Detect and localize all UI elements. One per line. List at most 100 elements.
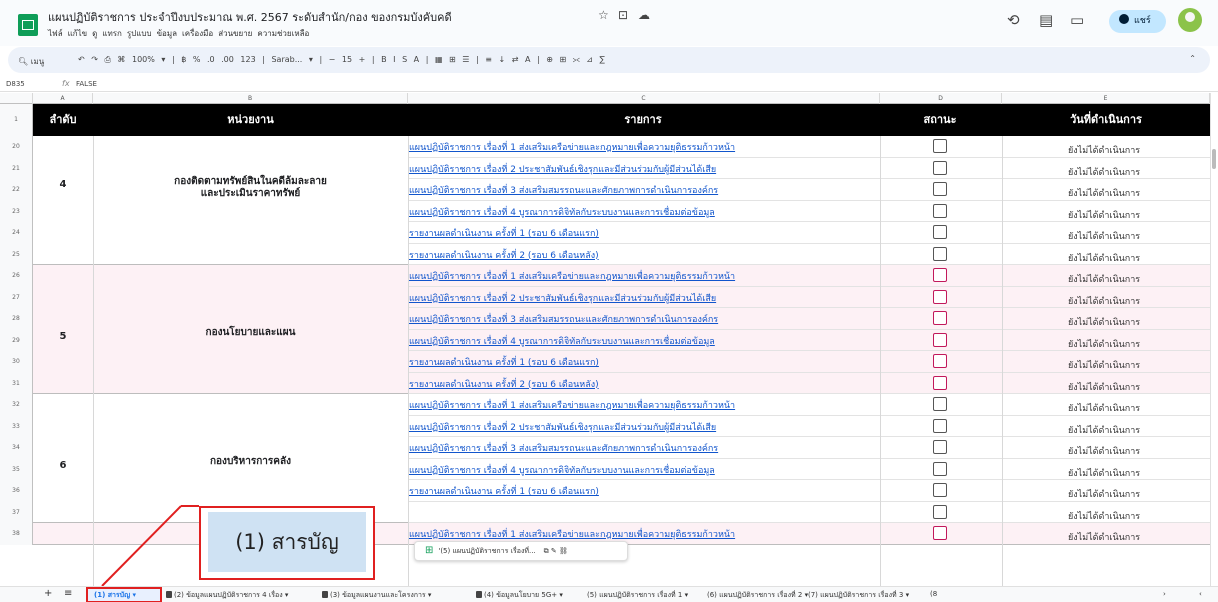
menu-item[interactable]: เครื่องมือ: [182, 29, 213, 38]
status-checkbox[interactable]: [933, 397, 947, 411]
sheet-grid[interactable]: ABCDE 1 ลำดับ หน่วยงาน รายการ สถานะ วันท…: [0, 93, 1218, 586]
menu-item[interactable]: ดู: [92, 29, 97, 38]
toolbar-buttons[interactable]: ↶ ↷ ⎙ ⌘ 100% ▾ | ฿ % .0 .00 123 | Sarab.…: [78, 55, 605, 65]
menu-item[interactable]: แทรก: [102, 29, 122, 38]
column-header[interactable]: A: [33, 93, 93, 104]
item-link[interactable]: แผนปฏิบัติราชการ เรื่องที่ 3 ส่งเสริมสมร…: [409, 312, 718, 326]
link-preview-chip[interactable]: ⊞ '(5) แผนปฏิบัติราชการ เรื่องที่... ⧉ ✎ ⛓: [414, 541, 628, 561]
status-checkbox[interactable]: [933, 139, 947, 153]
item-link[interactable]: แผนปฏิบัติราชการ เรื่องที่ 4 บูรณาการดิจ…: [409, 205, 715, 219]
collapse-toolbar-icon[interactable]: ⌃: [1189, 54, 1196, 63]
sheet-tab[interactable]: (2) ข้อมูลแผนปฏิบัติราชการ 4 เรื่อง ▾: [166, 590, 288, 601]
sheet-tab[interactable]: (4) ข้อมูลนโยบาย 5G+ ▾: [476, 590, 563, 601]
row-number[interactable]: 33: [0, 415, 33, 437]
avatar[interactable]: [1178, 8, 1202, 32]
row-number[interactable]: 23: [0, 200, 33, 222]
status-checkbox[interactable]: [933, 246, 947, 261]
row-number[interactable]: 25: [0, 243, 33, 265]
item-link[interactable]: แผนปฏิบัติราชการ เรื่องที่ 4 บูรณาการดิจ…: [409, 334, 715, 348]
chip-actions[interactable]: ⧉ ✎ ⛓: [544, 547, 568, 555]
status-checkbox[interactable]: [933, 311, 947, 325]
status-checkbox[interactable]: [933, 375, 947, 390]
sheet-tab[interactable]: (3) ข้อมูลแผนงานและโครงการ ▾: [322, 590, 431, 601]
column-header[interactable]: E: [1002, 93, 1210, 104]
all-sheets-icon[interactable]: ≡: [64, 588, 72, 599]
column-header[interactable]: C: [408, 93, 880, 104]
tab-table-of-contents[interactable]: (1) สารบัญ ▾: [86, 587, 162, 602]
row-number[interactable]: 22: [0, 179, 33, 201]
status-checkbox[interactable]: [933, 440, 947, 454]
menu-item[interactable]: รูปแบบ: [127, 29, 152, 38]
sheet-tab[interactable]: (6) แผนปฏิบัติราชการ เรื่องที่ 2 ▾: [707, 590, 808, 601]
item-link[interactable]: แผนปฏิบัติราชการ เรื่องที่ 4 บูรณาการดิจ…: [409, 463, 715, 477]
item-link[interactable]: รายงานผลดำเนินงาน ครั้งที่ 2 (รอบ 6 เดือ…: [409, 248, 599, 262]
row-number[interactable]: 35: [0, 458, 33, 480]
sheets-logo-icon[interactable]: [18, 14, 38, 36]
item-link[interactable]: แผนปฏิบัติราชการ เรื่องที่ 1 ส่งเสริมเคร…: [409, 527, 735, 541]
item-link[interactable]: รายงานผลดำเนินงาน ครั้งที่ 1 (รอบ 6 เดือ…: [409, 226, 599, 240]
row-number[interactable]: 26: [0, 265, 33, 287]
row-number[interactable]: 21: [0, 157, 33, 179]
status-checkbox[interactable]: [933, 526, 947, 540]
row-number[interactable]: 37: [0, 501, 33, 523]
status-checkbox[interactable]: [933, 182, 947, 196]
meet-icon[interactable]: ▭: [1070, 11, 1084, 29]
row-number[interactable]: 1: [0, 104, 33, 136]
menu-item[interactable]: ไฟล์: [48, 29, 63, 38]
row-number[interactable]: 32: [0, 394, 33, 416]
item-link[interactable]: รายงานผลดำเนินงาน ครั้งที่ 2 (รอบ 6 เดือ…: [409, 377, 599, 391]
document-title[interactable]: แผนปฏิบัติราชการ ประจำปีงบประมาณ พ.ศ. 25…: [48, 8, 452, 26]
sheet-tab[interactable]: (5) แผนปฏิบัติราชการ เรื่องที่ 1 ▾: [587, 590, 688, 601]
row-number[interactable]: 27: [0, 286, 33, 308]
formula-input[interactable]: FALSE: [76, 80, 97, 88]
row-number[interactable]: 24: [0, 222, 33, 244]
status-checkbox[interactable]: [933, 354, 947, 368]
item-link[interactable]: แผนปฏิบัติราชการ เรื่องที่ 3 ส่งเสริมสมร…: [409, 183, 718, 197]
item-link[interactable]: แผนปฏิบัติราชการ เรื่องที่ 2 ประชาสัมพัน…: [409, 162, 716, 176]
status-checkbox[interactable]: [933, 332, 947, 347]
item-link[interactable]: แผนปฏิบัติราชการ เรื่องที่ 2 ประชาสัมพัน…: [409, 291, 716, 305]
menu-item[interactable]: ข้อมูล: [157, 29, 177, 38]
status-checkbox[interactable]: [933, 504, 947, 519]
column-header[interactable]: B: [93, 93, 408, 104]
row-number[interactable]: 38: [0, 523, 33, 545]
item-link[interactable]: แผนปฏิบัติราชการ เรื่องที่ 2 ประชาสัมพัน…: [409, 420, 716, 434]
history-icon[interactable]: ⟲: [1007, 11, 1020, 29]
status-checkbox[interactable]: [933, 225, 947, 239]
menu-search[interactable]: 🔍︎ เมนู: [18, 55, 44, 68]
tab-scroll-right-icon[interactable]: ›: [1163, 590, 1166, 598]
item-link[interactable]: แผนปฏิบัติราชการ เรื่องที่ 3 ส่งเสริมสมร…: [409, 441, 718, 455]
row-number[interactable]: 36: [0, 480, 33, 502]
scrollbar-thumb[interactable]: [1212, 149, 1216, 169]
share-button[interactable]: แชร์: [1109, 10, 1166, 33]
menu-item[interactable]: แก้ไข: [68, 29, 88, 38]
item-link[interactable]: แผนปฏิบัติราชการ เรื่องที่ 1 ส่งเสริมเคร…: [409, 398, 735, 412]
status-checkbox[interactable]: [933, 203, 947, 218]
add-sheet-icon[interactable]: +: [44, 588, 52, 599]
name-box[interactable]: D835: [6, 80, 25, 88]
item-link[interactable]: รายงานผลดำเนินงาน ครั้งที่ 1 (รอบ 6 เดือ…: [409, 484, 599, 498]
status-checkbox[interactable]: [933, 418, 947, 433]
menu-item[interactable]: ความช่วยเหลือ: [257, 29, 309, 38]
status-checkbox[interactable]: [933, 483, 947, 497]
column-header[interactable]: D: [880, 93, 1002, 104]
row-number[interactable]: 28: [0, 308, 33, 330]
row-number[interactable]: 34: [0, 437, 33, 459]
cloud-status-icon[interactable]: ☁: [638, 8, 650, 22]
row-number[interactable]: 30: [0, 351, 33, 373]
row-number[interactable]: 20: [0, 136, 33, 158]
tab-scroll-left-icon[interactable]: ‹: [1199, 590, 1202, 598]
star-icon[interactable]: ☆: [598, 8, 609, 22]
status-checkbox[interactable]: [933, 160, 947, 175]
item-link[interactable]: แผนปฏิบัติราชการ เรื่องที่ 1 ส่งเสริมเคร…: [409, 140, 735, 154]
row-number[interactable]: 31: [0, 372, 33, 394]
status-checkbox[interactable]: [933, 268, 947, 282]
move-folder-icon[interactable]: ⊡: [618, 8, 628, 22]
item-link[interactable]: แผนปฏิบัติราชการ เรื่องที่ 1 ส่งเสริมเคร…: [409, 269, 735, 283]
item-link[interactable]: รายงานผลดำเนินงาน ครั้งที่ 1 (รอบ 6 เดือ…: [409, 355, 599, 369]
status-checkbox[interactable]: [933, 289, 947, 304]
status-checkbox[interactable]: [933, 461, 947, 476]
comments-icon[interactable]: ▤: [1039, 11, 1053, 29]
corner-cell[interactable]: [0, 93, 33, 104]
row-number[interactable]: 29: [0, 329, 33, 351]
